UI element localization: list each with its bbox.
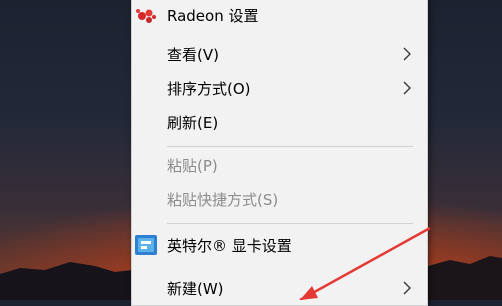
chevron-right-icon	[403, 81, 411, 95]
menu-item-label: 新建(W)	[167, 279, 224, 298]
menu-item-new[interactable]: 新建(W)	[132, 273, 427, 303]
chevron-right-icon	[403, 281, 411, 295]
menu-item-label: 刷新(E)	[167, 113, 219, 132]
menu-item-view[interactable]: 查看(V)	[132, 39, 427, 69]
menu-item-intel-graphics-settings[interactable]: 英特尔® 显卡设置	[132, 230, 427, 260]
menu-item-label: 粘贴(P)	[167, 156, 218, 175]
menu-item-label: 粘贴快捷方式(S)	[167, 190, 279, 209]
menu-item-label: 英特尔® 显卡设置	[167, 236, 292, 255]
desktop-context-menu: Radeon 设置 查看(V) 排序方式(O) 刷新(E) 粘贴(P) 粘贴快捷…	[131, 0, 428, 306]
menu-item-paste-shortcut: 粘贴快捷方式(S)	[132, 184, 427, 214]
chevron-right-icon	[403, 47, 411, 61]
intel-graphics-icon	[135, 235, 157, 255]
menu-separator	[167, 146, 413, 147]
menu-item-label: 查看(V)	[167, 45, 219, 64]
menu-item-radeon-settings[interactable]: Radeon 设置	[132, 0, 427, 30]
radeon-icon	[136, 9, 156, 23]
menu-item-paste: 粘贴(P)	[132, 150, 427, 180]
menu-separator	[167, 223, 413, 224]
menu-item-sort-by[interactable]: 排序方式(O)	[132, 73, 427, 103]
menu-item-label: 排序方式(O)	[167, 79, 251, 98]
menu-item-refresh[interactable]: 刷新(E)	[132, 107, 427, 137]
menu-item-label: Radeon 设置	[167, 6, 259, 25]
